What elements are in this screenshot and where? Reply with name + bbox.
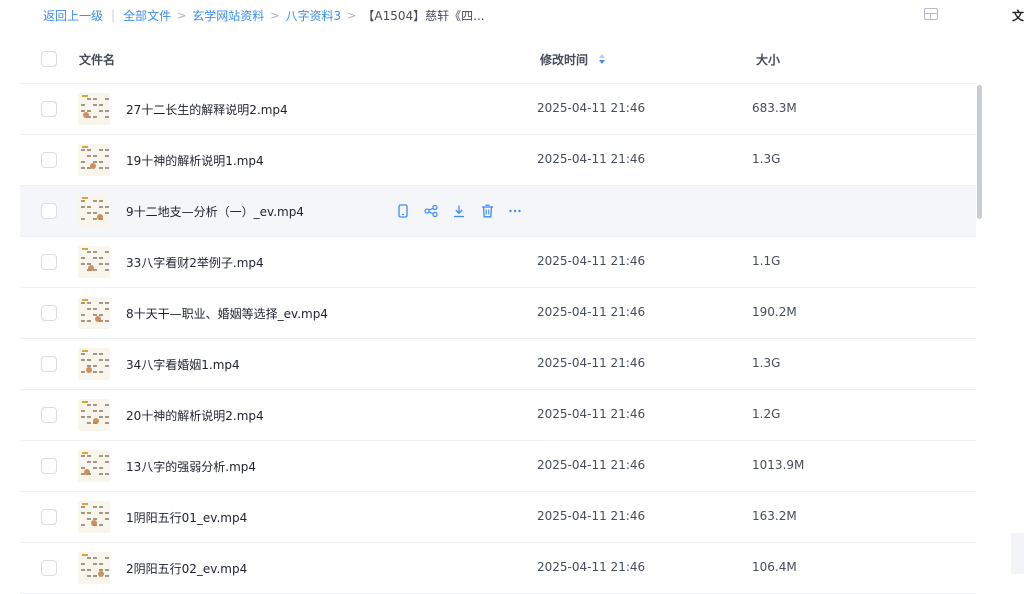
file-size: 106.4M — [752, 560, 797, 574]
select-all-checkbox[interactable] — [41, 51, 57, 67]
row-checkbox[interactable] — [41, 152, 57, 168]
file-name[interactable]: 27十二长生的解释说明2.mp4 — [126, 101, 288, 118]
file-name[interactable]: 1阴阳五行01_ev.mp4 — [126, 509, 247, 526]
file-name[interactable]: 33八字看财2举例子.mp4 — [126, 254, 264, 271]
breadcrumb-separator-icon: > — [270, 8, 280, 22]
file-modified-date: 2025-04-11 21:46 — [537, 356, 646, 370]
row-checkbox[interactable] — [41, 305, 57, 321]
file-name[interactable]: 8十天干—职业、婚姻等选择_ev.mp4 — [126, 305, 328, 322]
grid-view-icon[interactable] — [924, 8, 938, 20]
file-modified-date: 2025-04-11 21:46 — [537, 305, 646, 319]
video-thumbnail — [78, 450, 110, 482]
table-row[interactable]: 20十神的解析说明2.mp4 2025-04-11 21:46 1.2G — [20, 390, 976, 441]
file-modified-date: 2025-04-11 21:46 — [537, 101, 646, 115]
share-icon[interactable] — [423, 203, 439, 219]
breadcrumb-item-subfolder[interactable]: 八字资料3 — [286, 7, 342, 24]
table-row[interactable]: 27十二长生的解释说明2.mp4 2025-04-11 21:46 683.3M — [20, 84, 976, 135]
video-thumbnail — [78, 246, 110, 278]
table-row[interactable]: 19十神的解析说明1.mp4 2025-04-11 21:46 1.3G — [20, 135, 976, 186]
file-name[interactable]: 9十二地支—分析（一）_ev.mp4 — [126, 203, 304, 220]
breadcrumb-separator-icon: > — [347, 8, 357, 22]
breadcrumb-divider: | — [111, 8, 116, 22]
file-name[interactable]: 2阴阳五行02_ev.mp4 — [126, 560, 247, 577]
detail-panel-title: 文件 — [1012, 9, 1024, 23]
breadcrumb-item-all-files[interactable]: 全部文件 — [123, 7, 171, 24]
file-modified-date: 2025-04-11 21:46 — [537, 560, 646, 574]
file-modified-date: 2025-04-11 21:46 — [537, 152, 646, 166]
table-row[interactable]: 34八字看婚姻1.mp4 2025-04-11 21:46 1.3G — [20, 339, 976, 390]
file-name[interactable]: 19十神的解析说明1.mp4 — [126, 152, 264, 169]
file-name[interactable]: 13八字的强弱分析.mp4 — [126, 458, 256, 475]
back-link[interactable]: 返回上一级 — [43, 7, 103, 24]
file-list: 27十二长生的解释说明2.mp4 2025-04-11 21:46 683.3M 19… — [20, 84, 976, 594]
video-thumbnail — [78, 348, 110, 380]
row-checkbox[interactable] — [41, 407, 57, 423]
phone-icon[interactable] — [395, 203, 411, 219]
column-header-modified[interactable]: 修改时间 — [540, 51, 588, 68]
row-checkbox[interactable] — [41, 458, 57, 474]
download-icon[interactable] — [451, 203, 467, 219]
video-thumbnail — [78, 195, 110, 227]
more-icon[interactable] — [507, 203, 523, 219]
sort-icon[interactable] — [599, 54, 605, 65]
file-name[interactable]: 34八字看婚姻1.mp4 — [126, 356, 240, 373]
video-thumbnail — [78, 93, 110, 125]
breadcrumb: 返回上一级 | 全部文件 > 玄学网站资料 > 八字资料3 > 【A1504】慈… — [43, 0, 923, 30]
video-thumbnail — [78, 399, 110, 431]
file-name[interactable]: 20十神的解析说明2.mp4 — [126, 407, 264, 424]
row-checkbox[interactable] — [41, 101, 57, 117]
row-checkbox[interactable] — [41, 203, 57, 219]
detail-panel-edge — [1011, 533, 1024, 574]
file-modified-date: 2025-04-11 21:46 — [537, 407, 646, 421]
video-thumbnail — [78, 297, 110, 329]
table-row[interactable]: 1阴阳五行01_ev.mp4 2025-04-11 21:46 163.2M — [20, 492, 976, 543]
video-thumbnail — [78, 501, 110, 533]
file-size: 1.3G — [752, 152, 781, 166]
video-thumbnail — [78, 144, 110, 176]
row-checkbox[interactable] — [41, 509, 57, 525]
file-size: 1013.9M — [752, 458, 805, 472]
table-header: 文件名 修改时间 大小 — [20, 34, 976, 84]
delete-icon[interactable] — [479, 203, 495, 219]
file-size: 1.3G — [752, 356, 781, 370]
scrollbar-thumb[interactable] — [977, 85, 982, 219]
table-row[interactable]: 33八字看财2举例子.mp4 2025-04-11 21:46 1.1G — [20, 237, 976, 288]
file-modified-date: 2025-04-11 21:46 — [537, 254, 646, 268]
breadcrumb-item-folder[interactable]: 玄学网站资料 — [192, 7, 264, 24]
column-header-name[interactable]: 文件名 — [79, 51, 115, 68]
file-modified-date: 2025-04-11 21:46 — [537, 509, 646, 523]
row-actions — [395, 203, 535, 219]
file-size: 190.2M — [752, 305, 797, 319]
table-row[interactable]: 13八字的强弱分析.mp4 2025-04-11 21:46 1013.9M — [20, 441, 976, 492]
file-modified-date: 2025-04-11 21:46 — [537, 458, 646, 472]
video-thumbnail — [78, 552, 110, 584]
file-size: 1.2G — [752, 407, 781, 421]
table-row[interactable]: 2阴阳五行02_ev.mp4 2025-04-11 21:46 106.4M — [20, 543, 976, 594]
table-row[interactable]: 9十二地支—分析（一）_ev.mp4 — [20, 186, 976, 237]
file-size: 163.2M — [752, 509, 797, 523]
file-size: 1.1G — [752, 254, 781, 268]
breadcrumb-current: 【A1504】慈轩《四... — [362, 8, 485, 23]
breadcrumb-separator-icon: > — [177, 8, 187, 22]
row-checkbox[interactable] — [41, 254, 57, 270]
row-checkbox[interactable] — [41, 356, 57, 372]
table-row[interactable]: 8十天干—职业、婚姻等选择_ev.mp4 2025-04-11 21:46 190.… — [20, 288, 976, 339]
file-size: 683.3M — [752, 101, 797, 115]
column-header-size[interactable]: 大小 — [756, 51, 780, 68]
